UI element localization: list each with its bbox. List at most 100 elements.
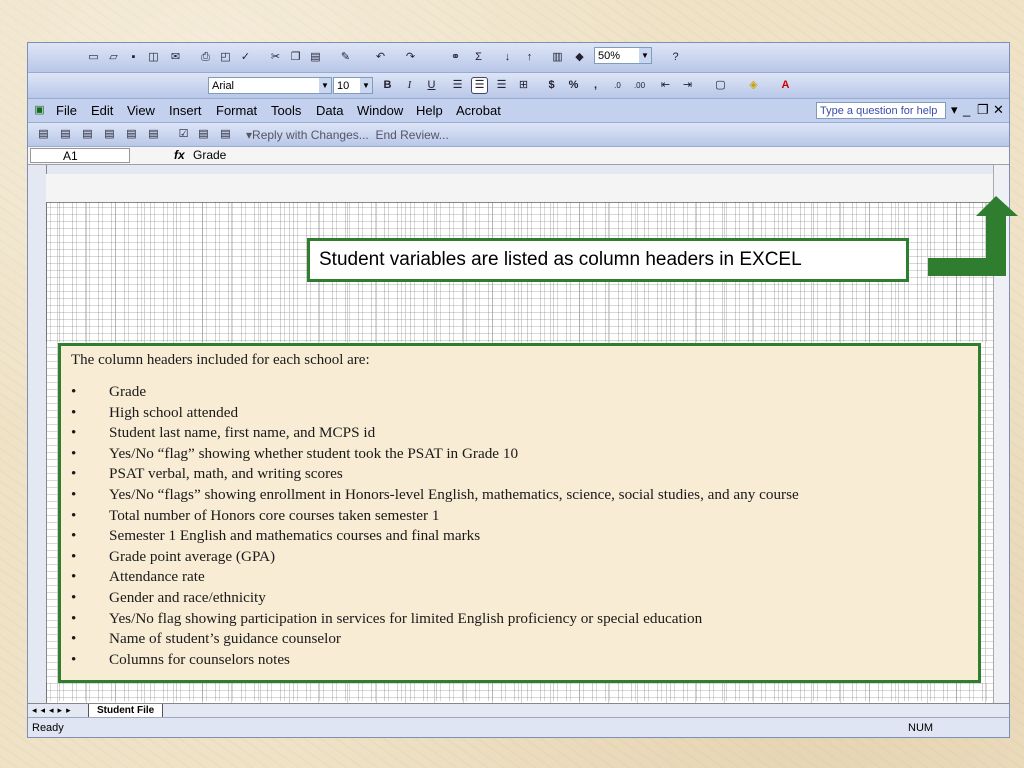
menu-tools[interactable]: Tools	[271, 103, 301, 118]
bold-button[interactable]: B	[380, 78, 395, 93]
hyperlink-icon[interactable]: ⚭	[448, 50, 463, 65]
reply-with-changes-button[interactable]: ▾Reply with Changes... End Review...	[246, 128, 449, 142]
bullet-icon: •	[71, 403, 77, 421]
list-item: • Student last name, first name, and MCPS…	[61, 423, 799, 444]
menu-file[interactable]: File	[56, 103, 77, 118]
arrow-up-icon	[928, 196, 1018, 276]
currency-button[interactable]: $	[544, 78, 559, 93]
italic-button[interactable]: I	[402, 78, 417, 93]
sort-ascending-icon[interactable]: ↓	[500, 50, 515, 65]
help-search-input[interactable]: Type a question for help	[816, 102, 946, 119]
fill-color-icon[interactable]: ◈	[746, 78, 761, 93]
percent-button[interactable]: %	[566, 78, 581, 93]
email-icon[interactable]: ✉	[168, 50, 183, 65]
header-row	[46, 174, 1009, 203]
review-icon[interactable]: ▤	[196, 127, 211, 142]
close-icon[interactable]: ✕	[993, 102, 1004, 118]
chart-wizard-icon[interactable]: ▥	[550, 50, 565, 65]
permission-icon[interactable]: ◫	[146, 50, 161, 65]
open-folder-icon[interactable]: ▱	[106, 50, 121, 65]
decrease-indent-icon[interactable]: ⇤	[658, 78, 673, 93]
list-item: • High school attended	[61, 403, 799, 424]
formula-input[interactable]: Grade	[193, 148, 226, 162]
check-icon[interactable]: ☑	[176, 127, 191, 142]
sort-descending-icon[interactable]: ↑	[522, 50, 537, 65]
help-icon[interactable]: ?	[668, 50, 683, 65]
redo-icon[interactable]: ↷	[403, 50, 418, 65]
increase-indent-icon[interactable]: ⇥	[680, 78, 695, 93]
list-item: • Attendance rate	[61, 567, 799, 588]
review-icon[interactable]: ▤	[36, 127, 51, 142]
align-right-icon[interactable]: ☰	[494, 78, 509, 93]
sheet-tab-student-file[interactable]: Student File	[88, 704, 164, 718]
excel-logo-icon: ▣	[34, 104, 45, 116]
new-document-icon[interactable]: ▭	[86, 50, 101, 65]
menu-data[interactable]: Data	[316, 103, 343, 118]
bullet-icon: •	[71, 506, 77, 524]
column-header-callout: Student variables are listed as column h…	[307, 238, 909, 282]
review-icon[interactable]: ▤	[58, 127, 73, 142]
chevron-down-icon: ▼	[360, 78, 372, 93]
end-review-label: End Review...	[375, 128, 449, 142]
menu-edit[interactable]: Edit	[91, 103, 113, 118]
list-item: • Semester 1 English and mathematics cour…	[61, 526, 799, 547]
review-icon[interactable]: ▤	[80, 127, 95, 142]
zoom-select[interactable]: 50% ▼	[594, 47, 652, 64]
review-icon[interactable]: ▤	[146, 127, 161, 142]
list-item: • Total number of Honors core courses tak…	[61, 506, 799, 527]
list-item: • Grade point average (GPA)	[61, 547, 799, 568]
cut-icon[interactable]: ✂	[268, 50, 283, 65]
copy-icon[interactable]: ❐	[288, 50, 303, 65]
undo-icon[interactable]: ↶	[373, 50, 388, 65]
align-center-icon[interactable]: ☰	[471, 77, 488, 94]
minimize-icon[interactable]: _	[963, 102, 970, 117]
menu-insert[interactable]: Insert	[169, 103, 202, 118]
sheet-tab-bar: ◂◂◂▸▸ Student File	[28, 703, 1009, 718]
sheet-nav-arrows[interactable]: ◂◂◂▸▸	[32, 704, 75, 717]
merge-center-icon[interactable]: ⊞	[516, 78, 531, 93]
list-item: • Grade	[61, 382, 799, 403]
fx-label[interactable]: fx	[174, 148, 185, 162]
chevron-down-icon: ▼	[639, 48, 651, 63]
borders-icon[interactable]: ▢	[713, 78, 728, 93]
bullet-icon: •	[71, 465, 77, 483]
help-dropdown-icon[interactable]: ▾	[951, 102, 958, 118]
reviewing-toolbar: ▤ ▤ ▤ ▤ ▤ ▤ ☑ ▤ ▤ ▾Reply with Changes...…	[28, 123, 1009, 147]
autosum-icon[interactable]: Σ	[471, 50, 486, 65]
list-item: • Yes/No flag showing participation in se…	[61, 609, 799, 630]
bullet-icon: •	[71, 444, 77, 462]
restore-icon[interactable]: ❐	[977, 102, 989, 118]
bullet-icon: •	[71, 547, 77, 565]
list-item: • Columns for counselors notes	[61, 650, 799, 671]
bullet-icon: •	[71, 485, 77, 503]
list-intro: The column headers included for each sch…	[71, 352, 370, 368]
review-icon[interactable]: ▤	[218, 127, 233, 142]
review-icon[interactable]: ▤	[124, 127, 139, 142]
menu-format[interactable]: Format	[216, 103, 257, 118]
underline-button[interactable]: U	[424, 78, 439, 93]
bullet-icon: •	[71, 568, 77, 586]
save-icon[interactable]: ▪	[126, 50, 141, 65]
print-preview-icon[interactable]: ◰	[218, 50, 233, 65]
review-icon[interactable]: ▤	[102, 127, 117, 142]
menu-window[interactable]: Window	[357, 103, 403, 118]
font-size-select[interactable]: 10 ▼	[333, 77, 373, 94]
paste-icon[interactable]: ▤	[308, 50, 323, 65]
increase-decimal-icon[interactable]: .0	[610, 78, 625, 93]
menu-acrobat[interactable]: Acrobat	[456, 103, 501, 118]
font-color-icon[interactable]: A	[778, 78, 793, 93]
formatting-toolbar: Arial ▼ 10 ▼ B I U ☰ ☰ ☰ ⊞ $ % , .0 .00 …	[28, 73, 1009, 99]
font-name-select[interactable]: Arial ▼	[208, 77, 332, 94]
menu-help[interactable]: Help	[416, 103, 443, 118]
menu-view[interactable]: View	[127, 103, 155, 118]
spelling-icon[interactable]: ✓	[238, 50, 253, 65]
format-painter-icon[interactable]: ✎	[338, 50, 353, 65]
align-left-icon[interactable]: ☰	[450, 78, 465, 93]
drawing-icon[interactable]: ◆	[572, 50, 587, 65]
comma-button[interactable]: ,	[588, 78, 603, 93]
font-name-value: Arial	[212, 80, 235, 92]
name-box[interactable]: A1	[30, 148, 130, 163]
print-icon[interactable]: ⎙	[198, 50, 213, 65]
standard-toolbar: ▭ ▱ ▪ ◫ ✉ ⎙ ◰ ✓ ✂ ❐ ▤ ✎ ↶ ↷ ⚭ Σ ↓ ↑ ▥ ◆ …	[28, 43, 1009, 73]
decrease-decimal-icon[interactable]: .00	[632, 78, 647, 93]
